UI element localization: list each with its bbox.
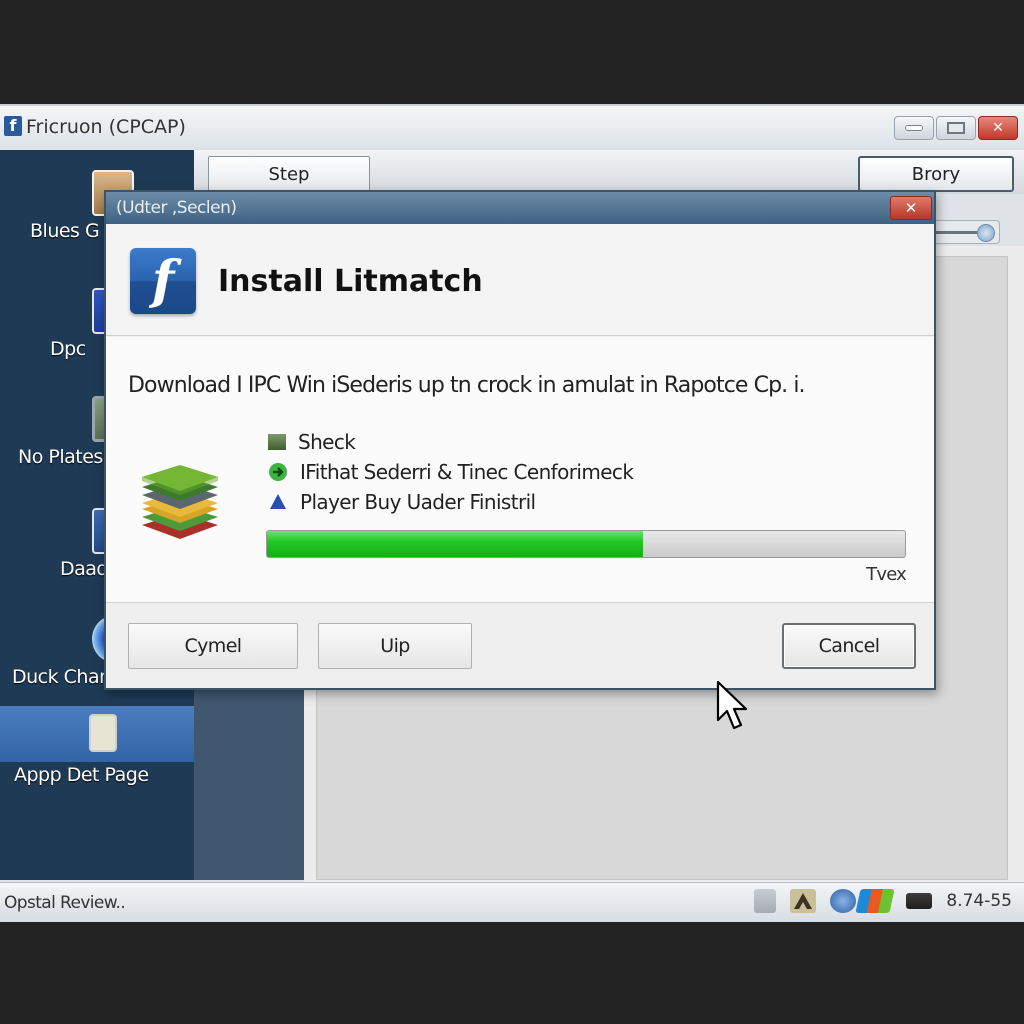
- statusbar: Opstal Review.. 8.74-55: [0, 882, 1024, 922]
- facebook-logo-icon: f: [130, 248, 196, 314]
- feature-item: Player Buy Uader Finistril: [268, 487, 633, 517]
- dialog-description: Download I IPC Win iSederis up tn crock …: [128, 373, 806, 398]
- progress-fill: [267, 531, 644, 557]
- screen: f Fricruon (CPCAP) ✕ Blues G Dpc No Plat…: [0, 0, 1024, 1024]
- feature-item: IFithat Sederri & Tinec Cenforimeck: [268, 457, 634, 487]
- green-square-icon: [268, 434, 286, 450]
- app-titlebar: f Fricruon (CPCAP) ✕: [0, 106, 1024, 150]
- feature-item: Sheck: [268, 427, 633, 457]
- sidebar-item-app-det-page[interactable]: [0, 706, 194, 762]
- install-dialog: (Udter ,Seclen) ✕ f Install Litmatch Dow…: [104, 190, 936, 690]
- clipboard-check-icon: [89, 714, 117, 752]
- layers-stack-icon: [142, 465, 218, 539]
- close-icon: ✕: [904, 199, 918, 217]
- dialog-header: f Install Litmatch: [106, 224, 934, 336]
- clock[interactable]: 8.74-55: [946, 891, 1012, 911]
- dialog-close-button[interactable]: ✕: [890, 196, 932, 220]
- sidebar-item-app-det-page-label: Appp Det Page: [0, 764, 194, 800]
- zoom-slider[interactable]: [930, 220, 1000, 244]
- minimize-button[interactable]: [894, 116, 934, 140]
- close-button[interactable]: ✕: [978, 116, 1018, 140]
- maximize-icon: [947, 122, 965, 134]
- keyboard-icon[interactable]: [906, 893, 933, 909]
- feature-label: IFithat Sederri & Tinec Cenforimeck: [300, 460, 634, 484]
- mouse-cursor-icon: [716, 680, 748, 730]
- system-tray: 8.74-55: [754, 889, 1012, 913]
- cymel-button[interactable]: Cymel: [128, 623, 298, 669]
- dialog-footer: Cymel Uip Cancel: [106, 602, 934, 688]
- facebook-f-icon: f: [4, 116, 22, 136]
- toolbar: Step Brory: [194, 150, 1024, 194]
- status-text: Opstal Review..: [4, 893, 126, 913]
- window-controls: ✕: [894, 116, 1018, 140]
- dialog-heading: Install Litmatch: [218, 264, 483, 299]
- sidebar-item-label: Appp Det Page: [14, 764, 149, 786]
- progress-label: Tvex: [866, 564, 907, 585]
- uip-button[interactable]: Uip: [318, 623, 472, 669]
- maximize-button[interactable]: [936, 116, 976, 140]
- slider-knob[interactable]: [977, 224, 995, 242]
- feature-list: Sheck IFithat Sederri & Tinec Cenforimec…: [268, 427, 634, 517]
- color-flag-icon[interactable]: [855, 889, 895, 913]
- tray-app-group: [830, 889, 895, 913]
- install-progress-bar: [266, 530, 906, 558]
- dialog-titlebar[interactable]: (Udter ,Seclen) ✕: [106, 192, 934, 224]
- feature-label: Sheck: [298, 430, 356, 454]
- green-arrow-circle-icon: [268, 462, 288, 482]
- feature-label: Player Buy Uader Finistril: [300, 490, 536, 514]
- step-button[interactable]: Step: [208, 156, 370, 192]
- slider-track: [935, 231, 979, 234]
- ie-icon[interactable]: [830, 889, 857, 913]
- up-arrow-icon[interactable]: [790, 889, 817, 913]
- network-icon[interactable]: [754, 889, 777, 913]
- minimize-icon: [905, 125, 923, 131]
- dialog-title: (Udter ,Seclen): [116, 198, 237, 218]
- dialog-body: Download I IPC Win iSederis up tn crock …: [106, 337, 934, 602]
- close-icon: ✕: [992, 120, 1004, 136]
- cancel-button[interactable]: Cancel: [782, 623, 916, 669]
- blue-triangle-icon: [268, 492, 288, 512]
- window-title: Fricruon (CPCAP): [26, 116, 186, 138]
- brory-button[interactable]: Brory: [858, 156, 1014, 192]
